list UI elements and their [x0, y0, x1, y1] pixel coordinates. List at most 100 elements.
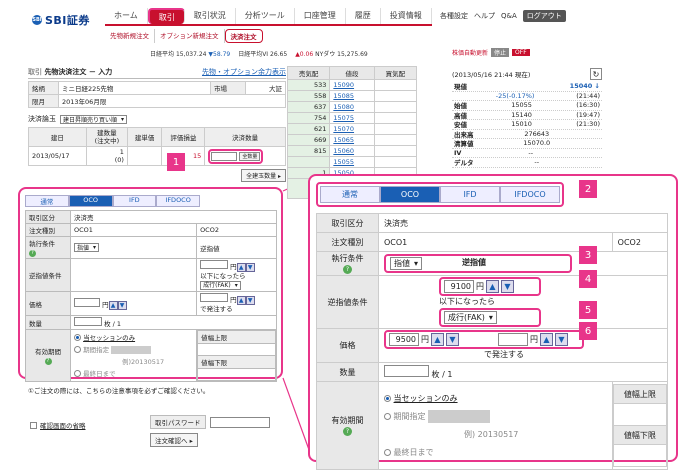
zoom-stop-exec-value: 成行(FAK): [448, 312, 485, 322]
zoom-tab-ifdoco[interactable]: IFDOCO: [500, 186, 560, 203]
zoom-radio-session[interactable]: [384, 394, 391, 402]
zoom-kind-value: 決済売: [378, 213, 668, 233]
quote-label: 高値: [454, 111, 467, 120]
quote-time-stamp: (16:30): [576, 101, 600, 110]
zoom-cond-value: 指値: [394, 259, 410, 268]
zoom-qty-input[interactable]: [384, 364, 429, 377]
quote-value: --: [534, 158, 540, 167]
zoom-tabs-highlight: 通常 OCO IFD IFDOCO: [316, 182, 564, 207]
zoom-stop-yen: 円: [476, 281, 484, 291]
chevron-down-icon: ▾: [488, 312, 493, 322]
quote-time-stamp: (19:47): [576, 110, 600, 119]
zoom-radio-period[interactable]: [384, 412, 391, 420]
book-row: 533 15090: [286, 79, 418, 91]
now-label: 現値: [454, 83, 467, 92]
down-arrow-icon[interactable]: ▼: [446, 333, 459, 346]
col-sell: 売気配: [286, 66, 331, 80]
book-row: 669 15065: [286, 134, 418, 146]
quote-label: IV: [454, 148, 462, 157]
quote-value: 15140: [511, 110, 532, 119]
quote-label: デルタ: [454, 159, 474, 168]
book-row: 815 15060: [286, 145, 418, 157]
help-icon[interactable]: ?: [343, 427, 352, 436]
book-row: 754 15075: [286, 112, 418, 124]
quote-label: 安値: [454, 121, 467, 130]
zoom-tab-ifd[interactable]: IFD: [440, 186, 500, 203]
badge-3: 3: [579, 246, 597, 264]
zoom-stop-input[interactable]: 9100: [444, 280, 474, 293]
quote-value: --: [528, 148, 534, 157]
zoom-period-last: 最終日まで: [393, 447, 434, 457]
sell-qty: 637: [286, 101, 331, 113]
zoom-price-yen: 円: [421, 334, 429, 344]
zoom-stop-exec-select[interactable]: 成行(FAK) ▾: [444, 311, 497, 324]
zoom-cond-label: 執行条件: [331, 254, 364, 263]
price-link[interactable]: 15070: [333, 125, 354, 133]
zoom-qty-label: 数量: [316, 362, 379, 382]
price-link[interactable]: 15065: [333, 136, 354, 144]
quote-label: 清算値: [454, 140, 474, 149]
quote-label: 出来高: [454, 130, 474, 139]
sell-qty: 558: [286, 90, 331, 102]
zoom-price-label: 価格: [316, 328, 379, 363]
change-time: (21:44): [576, 91, 600, 100]
refresh-icon[interactable]: ↻: [590, 68, 602, 80]
zoom-table: 取引区分 決済売 注文種別 OCO1 OCO2 執行条件? 指値 ▾ 逆指値 逆指値条件 …: [316, 213, 669, 470]
price-link[interactable]: 15060: [333, 147, 354, 155]
zoom-radio-last-day[interactable]: [384, 448, 391, 456]
quote-value: 276643: [524, 129, 550, 138]
zoom-period-range: 期間指定: [393, 411, 426, 421]
quote-panel: (2013/05/16 21:44 現在) ↻ 現値 15040 ↓ -25(-0…: [452, 66, 602, 168]
down-arrow-icon[interactable]: ▼: [555, 333, 568, 346]
zoom-stop-order-input[interactable]: [498, 333, 528, 346]
book-row: 621 15070: [286, 123, 418, 135]
zoom-send-text: で発注する: [484, 350, 524, 359]
col-price: 値段: [329, 66, 375, 80]
zoom-stop-label: 逆指値条件: [316, 275, 379, 329]
zoom-oco1: OCO1: [378, 232, 613, 252]
zoom-tab-oco[interactable]: OCO: [380, 186, 440, 203]
zoom-cond2: 逆指値: [462, 258, 487, 267]
zoom-form: 通常 OCO IFD IFDOCO 取引区分 決済売 注文種別 OCO1 OCO2 執…: [316, 182, 669, 470]
price-link[interactable]: 15055: [333, 158, 354, 166]
zoom-lower-limit: 値幅下限: [612, 425, 668, 445]
sell-qty: 815: [286, 145, 331, 157]
price-link[interactable]: 15075: [333, 114, 354, 122]
sell-qty: 669: [286, 134, 331, 146]
help-icon[interactable]: ?: [343, 265, 352, 274]
sell-qty: 621: [286, 123, 331, 135]
badge-6: 6: [579, 322, 597, 340]
down-arrow-icon[interactable]: ▼: [501, 280, 514, 293]
badge-2: 2: [579, 180, 597, 198]
book-row: 637 15080: [286, 101, 418, 113]
sell-qty: [286, 156, 331, 168]
quote-value: 15055: [511, 101, 532, 110]
zoom-tab-normal[interactable]: 通常: [320, 186, 380, 203]
quote-value: 15010: [511, 120, 532, 129]
book-row: 15055: [286, 156, 418, 168]
sell-qty: 754: [286, 112, 331, 124]
badge-5: 5: [579, 301, 597, 319]
zoom-type-label: 注文種別: [316, 232, 379, 252]
change-value: -25(-0.17%): [495, 91, 535, 100]
zoom-qty-unit: 枚 / 1: [431, 369, 453, 379]
zoom-price-input[interactable]: 9500: [389, 333, 419, 346]
zoom-upper-limit: 値幅上限: [612, 384, 668, 404]
up-arrow-icon[interactable]: ▲: [540, 333, 553, 346]
book-row: 558 15085: [286, 90, 418, 102]
zoom-period-label: 有効期間: [331, 416, 364, 425]
price-link[interactable]: 15090: [333, 81, 354, 89]
zoom-cond-select[interactable]: 指値 ▾: [390, 257, 423, 270]
zoom-period-date-input[interactable]: [428, 409, 491, 423]
up-arrow-icon[interactable]: ▲: [486, 280, 499, 293]
price-link[interactable]: 15085: [333, 92, 354, 100]
up-arrow-icon[interactable]: ▲: [431, 333, 444, 346]
price-link[interactable]: 15080: [333, 103, 354, 111]
chevron-down-icon: ▾: [414, 259, 419, 268]
quote-label: 始値: [454, 102, 467, 111]
quote-time: (2013/05/16 21:44 現在): [452, 71, 531, 79]
zoom-period-session: 当セッションのみ: [393, 393, 458, 403]
zoom-period-example: 例) 20130517: [464, 429, 519, 439]
sell-qty: 533: [286, 79, 331, 91]
zoom-oco2: OCO2: [611, 232, 669, 252]
